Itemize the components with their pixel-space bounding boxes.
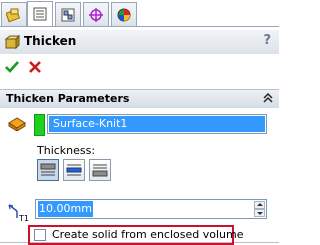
feature-manager-icon	[6, 8, 21, 22]
thicken-side-2-button[interactable]	[89, 159, 111, 181]
thicken-parameters-group: Thicken Parameters Surface-Knit1 Thickne…	[0, 89, 279, 245]
thicken-feature-icon	[4, 34, 21, 53]
thickness-value[interactable]: 10.00mm	[38, 201, 93, 217]
configuration-manager-icon	[61, 8, 75, 21]
spin-down-button[interactable]	[254, 209, 265, 217]
thicken-side-1-icon	[40, 163, 56, 176]
help-button[interactable]: ?	[263, 33, 271, 48]
property-manager-panel: Thicken ? Thicken Parameters Surface-Kni…	[0, 27, 279, 245]
selected-surface-item[interactable]: Surface-Knit1	[49, 116, 265, 132]
svg-text:T1: T1	[18, 214, 29, 222]
thickness-dimension-icon: T1	[6, 202, 30, 225]
dimxpert-manager-tab[interactable]	[83, 2, 109, 26]
x-icon	[29, 61, 41, 73]
surface-selection-box[interactable]: Surface-Knit1	[47, 114, 267, 134]
thicken-both-sides-button[interactable]	[63, 159, 85, 181]
thickness-input[interactable]: 10.00mm	[35, 199, 267, 219]
create-solid-checkbox-label[interactable]: Create solid from enclosed volume	[52, 228, 244, 241]
thicken-both-sides-icon	[66, 164, 82, 176]
create-solid-checkbox[interactable]	[34, 229, 46, 241]
display-manager-icon	[117, 8, 131, 21]
double-chevron-up-icon	[263, 92, 273, 103]
display-manager-tab[interactable]	[111, 2, 137, 26]
panel-title: Thicken	[24, 34, 77, 48]
feature-manager-tab[interactable]	[1, 2, 27, 26]
spin-up-button[interactable]	[254, 201, 265, 209]
group-body: Surface-Knit1 Thickness: T1 10.00mm Crea…	[0, 108, 279, 245]
thicken-side-1-button[interactable]	[37, 159, 59, 181]
surface-selection-icon	[8, 117, 26, 134]
selection-color-marker	[34, 114, 45, 136]
thicken-side-2-icon	[92, 164, 108, 177]
group-title: Thicken Parameters	[6, 92, 130, 105]
thickness-label: Thickness:	[37, 144, 96, 157]
collapse-group-button[interactable]	[262, 92, 274, 107]
group-header: Thicken Parameters	[0, 89, 279, 109]
property-manager-tab[interactable]	[27, 1, 53, 26]
cancel-button[interactable]	[27, 59, 43, 78]
checkmark-icon	[5, 61, 19, 73]
manager-tab-strip	[0, 0, 279, 27]
thickness-spinner	[254, 201, 265, 217]
configuration-manager-tab[interactable]	[55, 2, 81, 26]
panel-title-bar: Thicken ?	[0, 30, 279, 54]
ok-button[interactable]	[4, 59, 20, 78]
dimxpert-manager-icon	[89, 7, 103, 22]
property-manager-icon	[33, 7, 47, 21]
